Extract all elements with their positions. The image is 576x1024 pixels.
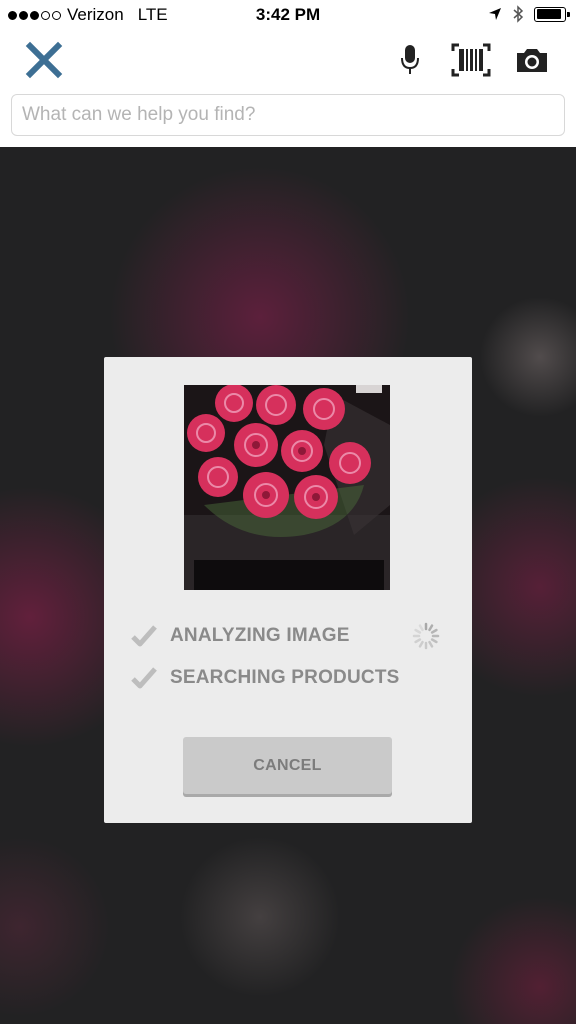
cancel-button[interactable]: CANCEL [183, 737, 392, 794]
bluetooth-icon [513, 5, 524, 23]
checkmark-icon [130, 622, 158, 650]
close-button[interactable] [24, 40, 64, 80]
step-label: ANALYZING IMAGE [170, 625, 350, 646]
battery-icon [534, 6, 570, 22]
step-searching-products: SEARCHING PRODUCTS [130, 657, 446, 699]
close-icon [25, 41, 63, 79]
microphone-icon [401, 45, 419, 74]
step-analyzing-image: ANALYZING IMAGE [130, 615, 446, 657]
search-input[interactable] [12, 95, 564, 135]
loading-spinner-icon [412, 622, 440, 650]
camera-search-button[interactable] [513, 42, 551, 78]
search-field[interactable] [11, 94, 565, 136]
camera-icon [517, 49, 547, 72]
progress-steps: ANALYZING IMAGE SEARCHING PRODUCTS [130, 615, 446, 699]
checkmark-icon [130, 664, 158, 692]
top-toolbar [0, 30, 576, 90]
image-search-dialog: ANALYZING IMAGE SEARCHING PRODUCTS CANCE… [104, 357, 472, 823]
barcode-scan-button[interactable] [451, 42, 491, 78]
barcode-scanner-icon [451, 43, 491, 77]
status-right [488, 5, 570, 23]
status-bar: Verizon LTE 3:42 PM [0, 0, 576, 30]
captured-image-thumbnail [184, 385, 390, 590]
voice-search-button[interactable] [396, 42, 424, 78]
location-arrow-icon [489, 8, 501, 20]
step-label: SEARCHING PRODUCTS [170, 667, 400, 688]
